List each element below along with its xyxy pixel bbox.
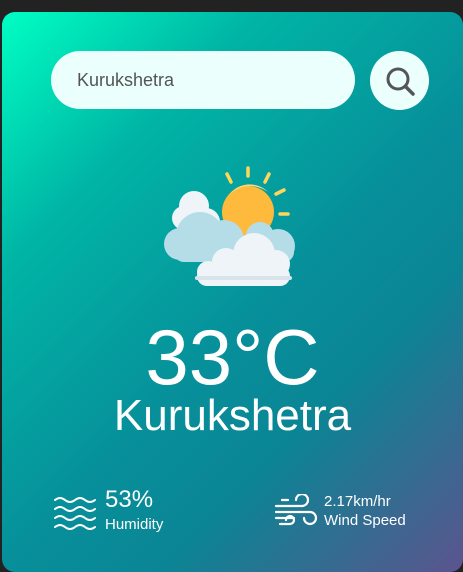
search-icon: [386, 67, 415, 96]
search-button[interactable]: [370, 51, 429, 110]
wind-speed-label: Wind Speed: [324, 512, 406, 529]
wind-speed-value: 2.17km/hr: [324, 493, 391, 510]
city-name: Kurukshetra: [113, 391, 352, 440]
temperature: 33°C: [145, 313, 320, 401]
wind-icon: [274, 494, 318, 526]
weather-card: 33°C Kurukshetra 53% Humidity 2.17km/hr …: [2, 12, 463, 572]
humidity-waves-icon: [54, 497, 96, 530]
humidity-label: Humidity: [105, 516, 164, 533]
humidity-value: 53%: [105, 486, 154, 513]
partly-cloudy-icon: [164, 166, 295, 286]
search-input[interactable]: [51, 51, 355, 109]
